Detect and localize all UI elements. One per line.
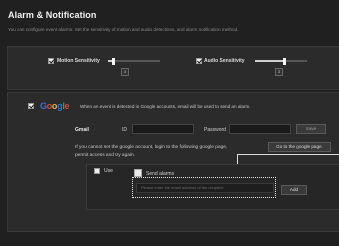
google-description: When an event is detected in Google acco…: [80, 104, 251, 109]
google-enable-checkbox[interactable]: [28, 103, 34, 109]
motion-sensitivity-value: 3: [121, 68, 129, 76]
alarm-notification-page: Alarm & Notification You can configure e…: [0, 0, 339, 246]
audio-sensitivity-slider[interactable]: [255, 58, 307, 65]
gmail-password-label: Password: [204, 127, 226, 133]
audio-sensitivity-handle[interactable]: [282, 58, 286, 65]
sensitivity-panel: [7, 46, 339, 90]
gmail-id-input[interactable]: [132, 124, 194, 134]
gmail-id-label: ID: [122, 127, 127, 133]
audio-sensitivity-label: Audio Sensitivity: [204, 58, 245, 64]
callout-line-horizontal: [237, 154, 339, 155]
google-help-line-1: If you cannot set the google account, lo…: [75, 145, 228, 150]
audio-sensitivity-fill: [255, 60, 284, 62]
recipient-email-input[interactable]: Please enter the email address of the re…: [136, 183, 274, 193]
motion-sensitivity-handle[interactable]: [112, 58, 116, 65]
go-to-google-page-button[interactable]: Go to the google page.: [268, 142, 331, 152]
audio-sensitivity-value: 3: [275, 68, 283, 76]
section-header: Alarm & Notification You can configure e…: [0, 8, 339, 42]
use-checkbox[interactable]: [94, 168, 100, 174]
google-notification-panel: [7, 92, 339, 232]
add-button[interactable]: Add: [281, 185, 307, 195]
page-subtitle: You can configure event alarms. Set the …: [8, 27, 239, 32]
audio-sensitivity-checkbox[interactable]: [196, 58, 202, 64]
gmail-password-input[interactable]: [229, 124, 291, 134]
save-button[interactable]: Save: [296, 124, 326, 134]
gmail-label: Gmail: [75, 127, 89, 133]
motion-sensitivity-label: Motion Sensitivity: [57, 58, 100, 64]
motion-sensitivity-checkbox[interactable]: [48, 58, 54, 64]
google-logo: Google: [40, 101, 70, 111]
page-title: Alarm & Notification: [8, 10, 97, 20]
use-label: Use: [104, 168, 113, 174]
email-icon: [134, 169, 142, 177]
motion-sensitivity-slider[interactable]: [108, 58, 160, 65]
